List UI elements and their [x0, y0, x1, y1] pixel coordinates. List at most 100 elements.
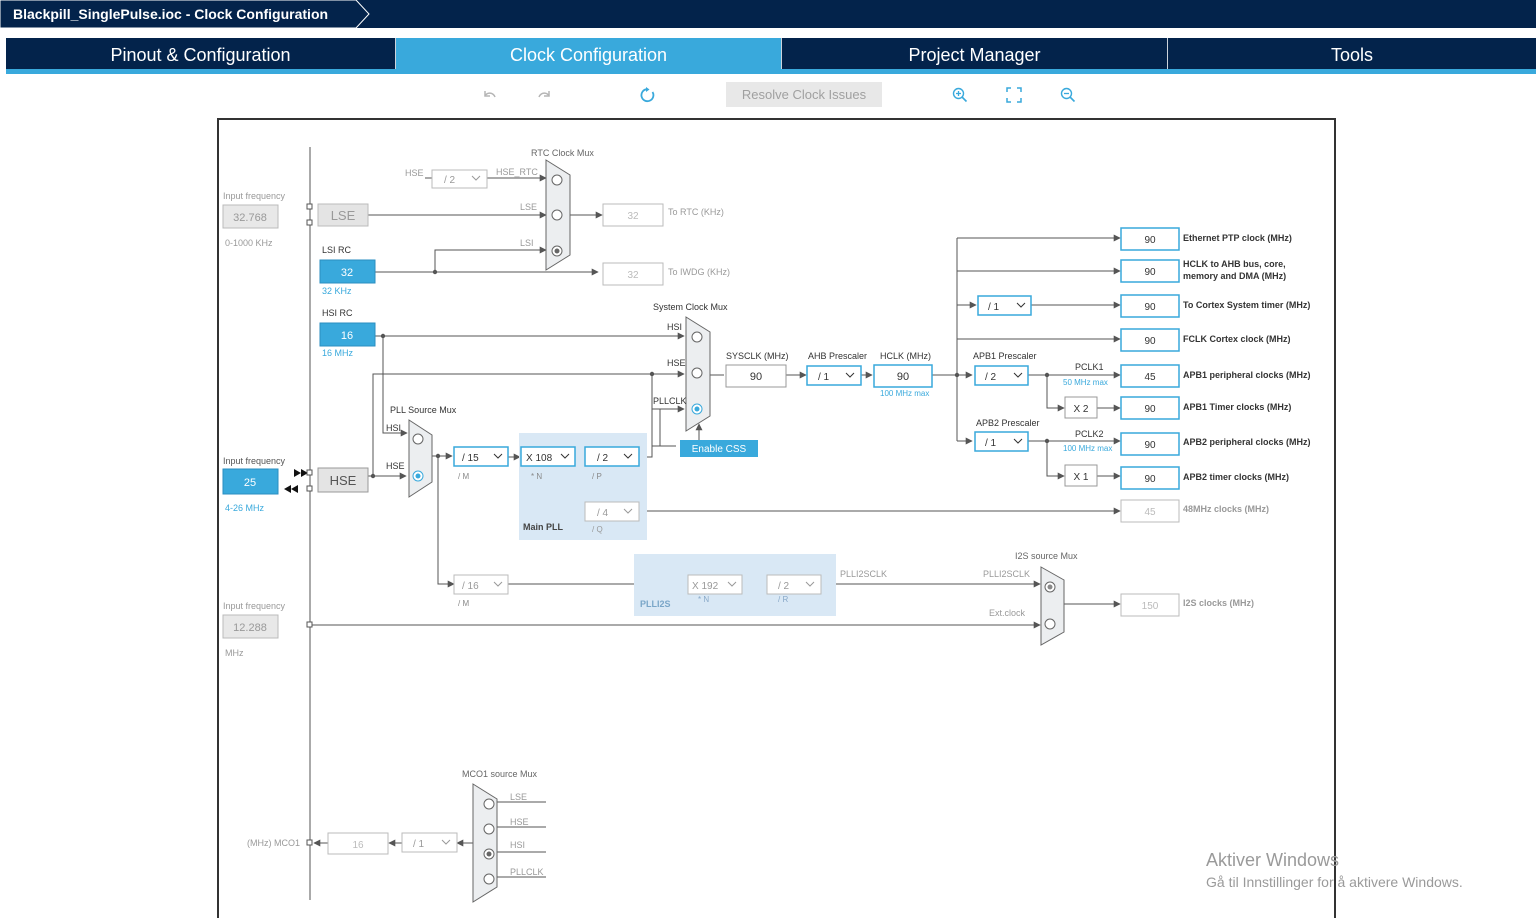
watermark-subtitle: Gå til Innstillinger for å aktivere Wind… [1206, 874, 1463, 890]
mco1-section: MCO1 source Mux LSE HSE HSI PLLCLK / 1 1… [247, 769, 544, 877]
pll-p-select[interactable] [584, 446, 640, 467]
lse-source: Input frequency 32.768 0-1000 KHz LSE [222, 191, 369, 248]
svg-text:16 MHz: 16 MHz [322, 348, 354, 358]
svg-text:/ Q: / Q [592, 525, 603, 534]
pll-q-select[interactable] [584, 501, 640, 522]
svg-text:I2S clocks (MHz): I2S clocks (MHz) [1183, 598, 1254, 608]
mco1-divider-select[interactable] [401, 832, 458, 853]
ahb-prescaler-select[interactable] [806, 365, 862, 386]
svg-text:LSE: LSE [331, 208, 356, 223]
svg-text:90: 90 [1144, 440, 1156, 451]
svg-text:To IWDG (KHz): To IWDG (KHz) [668, 267, 730, 277]
svg-text:50 MHz max: 50 MHz max [1063, 378, 1108, 387]
svg-text:X 2: X 2 [1073, 404, 1088, 415]
svg-text:HSE_RTC: HSE_RTC [496, 167, 538, 177]
svg-text:100 MHz max: 100 MHz max [880, 389, 929, 398]
i2s-ext-source: Input frequency 12.288 MHz [222, 601, 286, 658]
svg-text:HSE: HSE [386, 461, 405, 471]
svg-text:Ext.clock: Ext.clock [989, 608, 1026, 618]
svg-text:/ 2: / 2 [778, 581, 790, 592]
bus-prescalers: / 1 APB1 Prescaler / 2 PCLK1 50 MHz max … [973, 295, 1112, 487]
clock-tree-diagram: Main PLL PLLI2S Input frequency 32.768 0… [222, 147, 1311, 903]
svg-text:PCLK2: PCLK2 [1075, 429, 1104, 439]
svg-text:memory and DMA (MHz): memory and DMA (MHz) [1183, 271, 1286, 281]
svg-text:LSI RC: LSI RC [322, 245, 352, 255]
svg-text:32.768: 32.768 [233, 212, 267, 224]
output-48mhz: 45 48MHz clocks (MHz) [1120, 499, 1269, 523]
svg-text:RTC Clock Mux: RTC Clock Mux [531, 148, 594, 158]
svg-text:/ M: / M [458, 599, 469, 608]
svg-text:AHB Prescaler: AHB Prescaler [808, 351, 867, 361]
svg-text:APB1 Prescaler: APB1 Prescaler [973, 351, 1037, 361]
svg-text:/ M: / M [458, 472, 469, 481]
svg-text:/ 2: / 2 [985, 372, 997, 383]
svg-text:25: 25 [244, 477, 256, 489]
svg-text:16: 16 [352, 840, 364, 851]
svg-text:12.288: 12.288 [233, 622, 267, 634]
svg-text:HSE: HSE [510, 817, 529, 827]
svg-text:APB2 timer clocks (MHz): APB2 timer clocks (MHz) [1183, 472, 1289, 482]
svg-text:150: 150 [1142, 601, 1159, 612]
svg-text:* N: * N [531, 472, 542, 481]
svg-text:/ 1: / 1 [413, 839, 425, 850]
svg-text:90: 90 [1144, 474, 1156, 485]
svg-text:HSE: HSE [330, 473, 357, 488]
svg-text:0-1000 KHz: 0-1000 KHz [225, 238, 273, 248]
svg-text:90: 90 [750, 371, 762, 383]
svg-text:APB1 Timer clocks (MHz): APB1 Timer clocks (MHz) [1183, 402, 1291, 412]
svg-text:MHz: MHz [225, 648, 244, 658]
svg-text:45: 45 [1144, 507, 1156, 518]
output-apb1-timer: 90 APB1 Timer clocks (MHz) [1120, 396, 1291, 420]
svg-text:/ 16: / 16 [462, 581, 479, 592]
svg-text:32: 32 [341, 267, 353, 279]
svg-text:100 MHz max: 100 MHz max [1063, 444, 1112, 453]
svg-text:LSI: LSI [520, 238, 534, 248]
svg-text:APB1 peripheral clocks (MHz): APB1 peripheral clocks (MHz) [1183, 370, 1311, 380]
svg-text:FCLK Cortex clock (MHz): FCLK Cortex clock (MHz) [1183, 334, 1291, 344]
svg-text:PLLI2SCLK: PLLI2SCLK [983, 569, 1030, 579]
svg-text:/ 15: / 15 [462, 453, 479, 464]
svg-text:HCLK (MHz): HCLK (MHz) [880, 351, 931, 361]
svg-text:Enable CSS: Enable CSS [692, 444, 747, 455]
output-apb2-peripheral: 90 APB2 peripheral clocks (MHz) [1120, 432, 1311, 456]
svg-text:90: 90 [897, 371, 909, 383]
svg-text:/ 4: / 4 [597, 508, 609, 519]
lsi-source: LSI RC 32 32 KHz [319, 245, 376, 296]
hsi-source: HSI RC 16 16 MHz [319, 308, 376, 358]
svg-text:90: 90 [1144, 336, 1156, 347]
svg-text:90: 90 [1144, 267, 1156, 278]
svg-text:/ P: / P [592, 472, 602, 481]
svg-text:MCO1 source Mux: MCO1 source Mux [462, 769, 538, 779]
svg-text:APB2 peripheral clocks (MHz): APB2 peripheral clocks (MHz) [1183, 437, 1311, 447]
svg-text:I2S source Mux: I2S source Mux [1015, 551, 1078, 561]
output-ethernet-ptp: 90 Ethernet PTP clock (MHz) [1120, 227, 1292, 251]
svg-text:System Clock Mux: System Clock Mux [653, 302, 728, 312]
clock-outputs: 90 Ethernet PTP clock (MHz) 90 HCLK to A… [1120, 227, 1311, 523]
svg-text:32: 32 [627, 211, 639, 222]
output-hclk-ahb: 90 HCLK to AHB bus, core, memory and DMA… [1120, 259, 1286, 283]
svg-text:SYSCLK (MHz): SYSCLK (MHz) [726, 351, 789, 361]
svg-text:4-26 MHz: 4-26 MHz [225, 503, 265, 513]
svg-text:LSE: LSE [510, 792, 527, 802]
svg-text:Input frequency: Input frequency [223, 456, 286, 466]
svg-text:HSE: HSE [405, 168, 424, 178]
svg-text:HSI: HSI [386, 423, 401, 433]
svg-text:/ 2: / 2 [597, 453, 609, 464]
svg-text:/ 1: / 1 [818, 372, 830, 383]
svg-text:PLL Source Mux: PLL Source Mux [390, 405, 457, 415]
plli2s-r-select[interactable] [766, 574, 822, 595]
svg-text:90: 90 [1144, 404, 1156, 415]
svg-text:45: 45 [1144, 372, 1156, 383]
svg-text:PCLK1: PCLK1 [1075, 362, 1104, 372]
output-cortex-timer: 90 To Cortex System timer (MHz) [1120, 294, 1310, 318]
svg-text:16: 16 [341, 330, 353, 342]
svg-text:LSE: LSE [520, 202, 537, 212]
hse-source: Input frequency 25 4-26 MHz HSE [222, 456, 369, 513]
svg-text:Input frequency: Input frequency [223, 191, 286, 201]
output-apb1-peripheral: 45 APB1 peripheral clocks (MHz) [1120, 364, 1311, 388]
svg-text:* N: * N [698, 595, 709, 604]
hse-rtc-divider-select[interactable] [431, 169, 488, 189]
svg-text:/ 1: / 1 [985, 438, 997, 449]
svg-text:PLLI2SCLK: PLLI2SCLK [840, 569, 887, 579]
watermark-title: Aktiver Windows [1206, 850, 1340, 870]
